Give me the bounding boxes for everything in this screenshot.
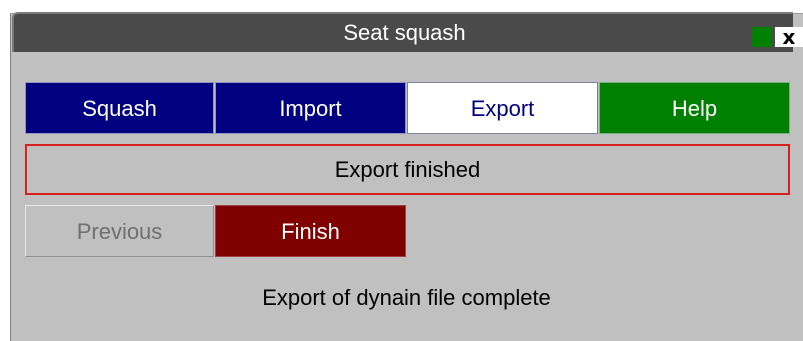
finish-button[interactable]: Finish — [215, 205, 406, 257]
tab-export[interactable]: Export — [407, 82, 598, 134]
status-indicator-icon — [752, 27, 772, 47]
close-icon[interactable]: x — [775, 27, 803, 47]
status-message: Export finished — [25, 144, 790, 195]
title-bar[interactable]: Seat squash — [12, 12, 793, 52]
completion-message: Export of dynain file complete — [262, 285, 551, 310]
tab-import[interactable]: Import — [215, 82, 406, 134]
tab-help[interactable]: Help — [599, 82, 790, 134]
window-title: Seat squash — [343, 20, 466, 45]
previous-button[interactable]: Previous — [25, 205, 214, 257]
tab-squash[interactable]: Squash — [25, 82, 214, 134]
